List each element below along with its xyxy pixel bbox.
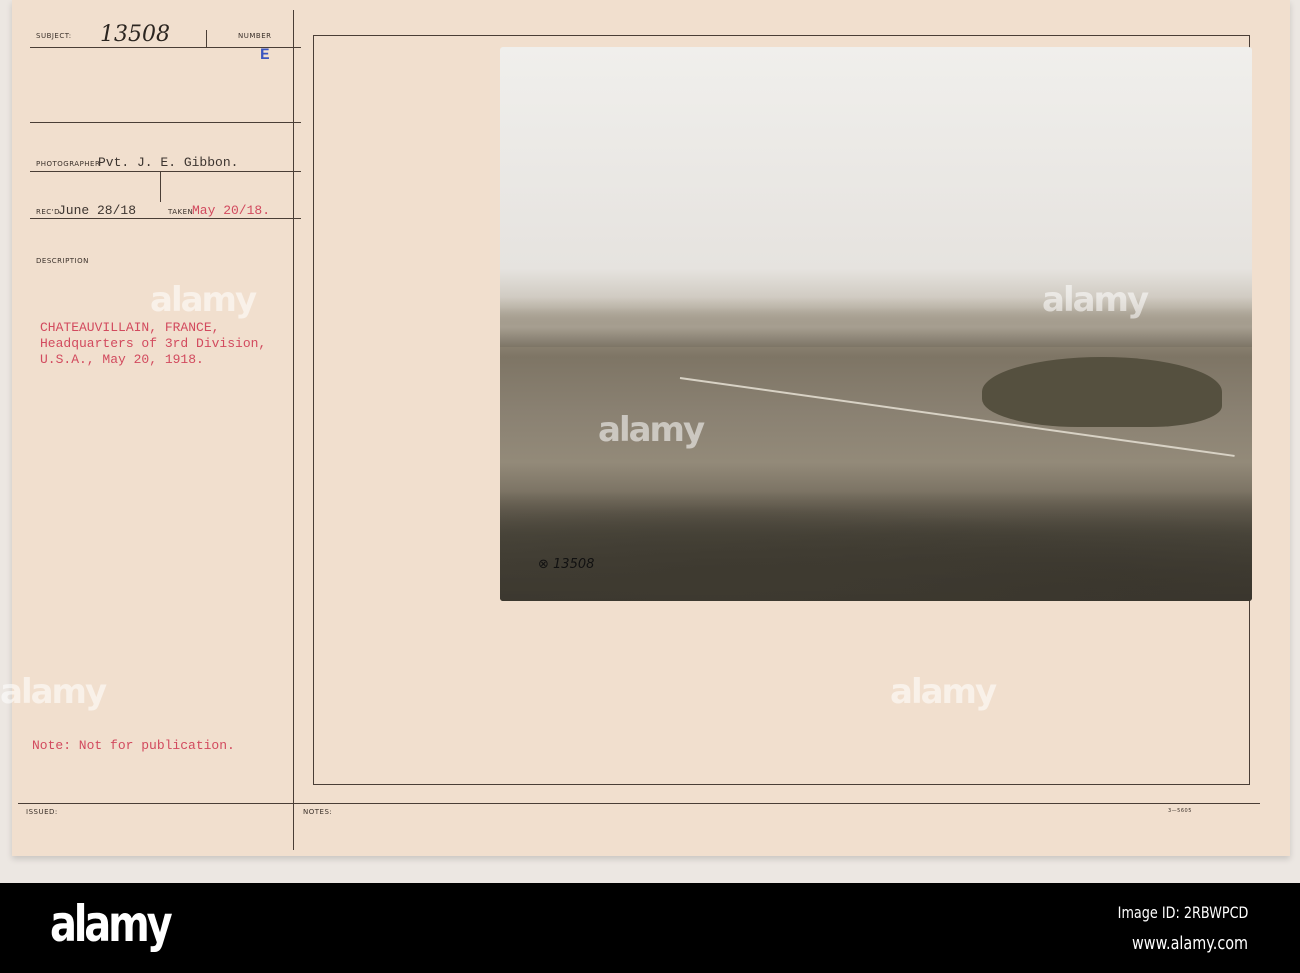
description-label: DESCRIPTION xyxy=(36,257,89,265)
recd-label: REC'D xyxy=(36,208,60,216)
notes-label: NOTES: xyxy=(303,808,333,816)
landscape-photo: ⊗ 13508 xyxy=(500,47,1252,601)
divider xyxy=(206,30,207,47)
description-line: U.S.A., May 20, 1918. xyxy=(40,352,204,367)
recd-date: June 28/18 xyxy=(58,203,137,218)
description-line: Headquarters of 3rd Division, xyxy=(40,336,267,351)
watermark: alamy xyxy=(0,672,107,712)
description-line: CHATEAUVILLAIN, FRANCE, xyxy=(40,320,220,335)
foreground-trees xyxy=(500,491,1252,601)
subject-label: SUBJECT: xyxy=(36,32,72,40)
image-id: Image ID: 2RBWPCD xyxy=(1117,903,1248,922)
divider xyxy=(30,122,301,123)
photo-number: ⊗ 13508 xyxy=(538,557,595,572)
bottom-divider xyxy=(18,803,1260,804)
column-divider xyxy=(293,10,294,850)
description: CHATEAUVILLAIN, FRANCE, Headquarters of … xyxy=(40,320,266,368)
photographer: Pvt. J. E. Gibbon. xyxy=(98,155,239,170)
site-url: www.alamy.com xyxy=(1131,933,1248,954)
number-letter: E xyxy=(260,46,270,64)
woodland xyxy=(982,357,1222,427)
watermark: alamy xyxy=(150,280,257,320)
watermark: alamy xyxy=(890,672,997,712)
publication-note: Note: Not for publication. xyxy=(32,738,235,753)
divider xyxy=(160,172,161,202)
divider xyxy=(30,218,301,219)
subject-number: 13508 xyxy=(100,22,170,47)
alamy-logo: alamy xyxy=(50,895,173,953)
photo-number-text: 13508 xyxy=(553,557,595,572)
form-number: 3—5605 xyxy=(1168,808,1192,814)
taken-date: May 20/18. xyxy=(192,203,271,218)
photographer-label: PHOTOGRAPHER xyxy=(36,160,101,168)
footer-bar: alamy Image ID: 2RBWPCD www.alamy.com xyxy=(0,883,1300,973)
watermark: alamy xyxy=(598,410,705,450)
divider xyxy=(30,171,301,172)
number-label: NUMBER xyxy=(238,32,272,40)
taken-label: TAKEN xyxy=(168,208,194,216)
issued-label: ISSUED: xyxy=(26,808,58,816)
watermark: alamy xyxy=(1042,280,1149,320)
